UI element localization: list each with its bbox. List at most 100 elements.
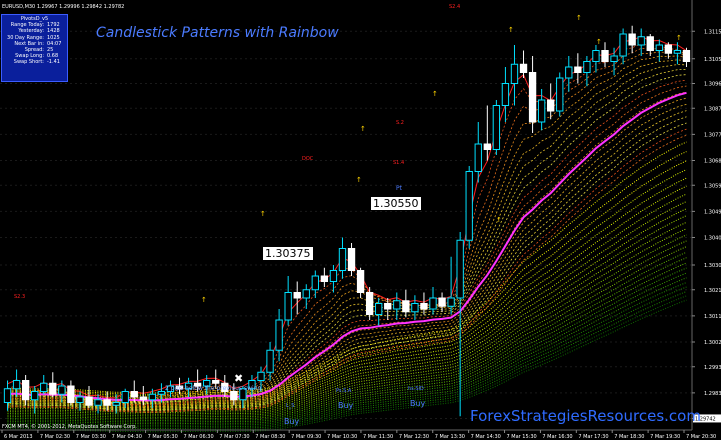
- time-tick-label: 7 Mar 06:30: [183, 434, 213, 440]
- candle-body: [501, 83, 510, 106]
- cross-marker: ✖: [234, 372, 243, 385]
- red-label-6: S1.4: [393, 160, 404, 166]
- time-tick-label: 7 Mar 02:30: [40, 434, 70, 440]
- candle-body: [85, 396, 93, 406]
- price-tick-label: 1.31150: [704, 29, 721, 35]
- small-label-3: hs.SlD: [408, 386, 424, 392]
- candle-body: [384, 303, 392, 310]
- small-label-1: L_S: [286, 403, 294, 409]
- candle-body: [293, 292, 301, 299]
- candle-body: [420, 303, 428, 310]
- time-tick-label: 7 Mar 16:30: [542, 434, 572, 440]
- candle-body: [40, 382, 48, 392]
- candle-body: [3, 388, 12, 403]
- red-label-3: DOC: [302, 156, 314, 162]
- candle-body: [565, 66, 573, 79]
- watermark: ForexStrategiesResources.com: [470, 407, 701, 425]
- candle-body: [402, 300, 410, 313]
- candle-body: [483, 143, 491, 150]
- pt-label: Pt: [396, 185, 403, 192]
- price-tick-label: 1.30495: [704, 209, 721, 215]
- candle-body: [474, 143, 482, 172]
- time-tick-label: 7 Mar 04:30: [112, 434, 142, 440]
- candle-body: [157, 391, 166, 395]
- candle-body: [21, 380, 30, 401]
- time-tick-label: 7 Mar 14:30: [471, 434, 501, 440]
- info-panel-rows: Range Today: 1792 Yesterday: 1428 30 Day Ran…: [4, 22, 65, 65]
- candle-body: [130, 391, 138, 398]
- candle-body: [637, 36, 645, 46]
- price-tick-label: 1.30210: [704, 288, 721, 294]
- time-tick-label: 7 Mar 05:30: [148, 434, 178, 440]
- info-row-label: Swap Short:: [13, 59, 44, 66]
- candle-body: [58, 385, 66, 395]
- time-tick-label: 7 Mar 19:30: [650, 434, 680, 440]
- price-tick-label: 1.30775: [704, 132, 721, 138]
- candle-body: [275, 319, 283, 351]
- time-tick-label: 7 Mar 10:30: [327, 434, 357, 440]
- candle-body: [447, 297, 455, 307]
- candle-body: [320, 275, 329, 282]
- red-label-5: S.2: [396, 120, 404, 126]
- candle-body: [619, 33, 627, 57]
- time-tick-label: 7 Mar 07:30: [219, 434, 249, 440]
- price-tick-label: 1.30115: [704, 314, 721, 320]
- price-tick-label: 1.30960: [704, 82, 721, 88]
- price-tick-label: 1.30300: [704, 263, 721, 269]
- candle-body: [375, 303, 383, 315]
- time-tick-label: 6 Mar 2013: [4, 434, 33, 440]
- chart-title: Candlestick Patterns with Rainbow: [96, 25, 339, 41]
- price-tick-label: 1.29930: [704, 365, 721, 371]
- signal-arrow: ↑: [360, 125, 366, 133]
- candle-body: [103, 399, 111, 406]
- signal-arrow: ↑: [260, 210, 266, 218]
- candle-body: [456, 239, 464, 299]
- signal-arrow: ↑: [496, 216, 502, 224]
- candle-body: [673, 50, 682, 54]
- red-label-1: S2.3: [14, 294, 25, 300]
- time-tick-label: 7 Mar 11:30: [363, 434, 393, 440]
- price-tick-label: 1.29835: [704, 391, 721, 397]
- candle-body: [610, 55, 618, 62]
- red-label-2: S2.4: [449, 4, 460, 10]
- candle-body: [510, 63, 519, 84]
- signal-arrow: ↑: [201, 296, 207, 304]
- time-tick-label: 7 Mar 18:30: [614, 434, 644, 440]
- candle-body: [139, 396, 147, 401]
- price-chart[interactable]: ↑↑↑↑↑↑↑↑↑↑↑ 1.311501.310501.309601.30870…: [0, 0, 721, 440]
- candle-body: [356, 270, 365, 293]
- pivots-info-panel: PivotsD_v5 Range Today: 1792 Yesterday: 142…: [1, 14, 68, 82]
- candle-body: [12, 380, 21, 390]
- candle-body: [583, 61, 591, 73]
- candle-body: [284, 292, 292, 321]
- candle-body: [76, 396, 84, 403]
- candle-body: [628, 33, 636, 46]
- price-label-2: 1.30550: [370, 196, 422, 211]
- signal-arrow: ↑: [596, 38, 602, 46]
- candle-body: [556, 77, 564, 112]
- candle-body: [329, 270, 338, 282]
- candle-body: [94, 399, 102, 406]
- candle-body: [537, 99, 546, 123]
- candle-body: [411, 303, 419, 313]
- small-label-2: Ps.S.A: [336, 388, 352, 394]
- candle-body: [429, 297, 437, 310]
- signal-arrow: ↑: [432, 90, 438, 98]
- time-tick-label: 7 Mar 20:30: [686, 434, 716, 440]
- buy-label-1: Buy: [284, 417, 300, 426]
- price-tick-label: 1.30680: [704, 159, 721, 165]
- price-tick-label: 1.30590: [704, 183, 721, 189]
- candle-body: [347, 248, 356, 271]
- time-tick-label: 7 Mar 12:30: [399, 434, 429, 440]
- candle-body: [547, 99, 555, 112]
- copyright-footer: FXCM MT4, © 2001-2012, MetaQuotes Softwa…: [2, 423, 137, 430]
- candle-body: [664, 44, 673, 54]
- buy-label-3: Buy: [410, 399, 426, 408]
- time-tick-label: 7 Mar 09:30: [291, 434, 321, 440]
- candle-body: [302, 289, 310, 299]
- candle-body: [592, 50, 600, 62]
- symbol-header: EURUSD,M30 1.29967 1.29996 1.29842 1.297…: [2, 4, 124, 10]
- candle-body: [646, 36, 654, 51]
- price-label-1: 1.30375: [262, 246, 314, 261]
- candle-body: [365, 292, 374, 315]
